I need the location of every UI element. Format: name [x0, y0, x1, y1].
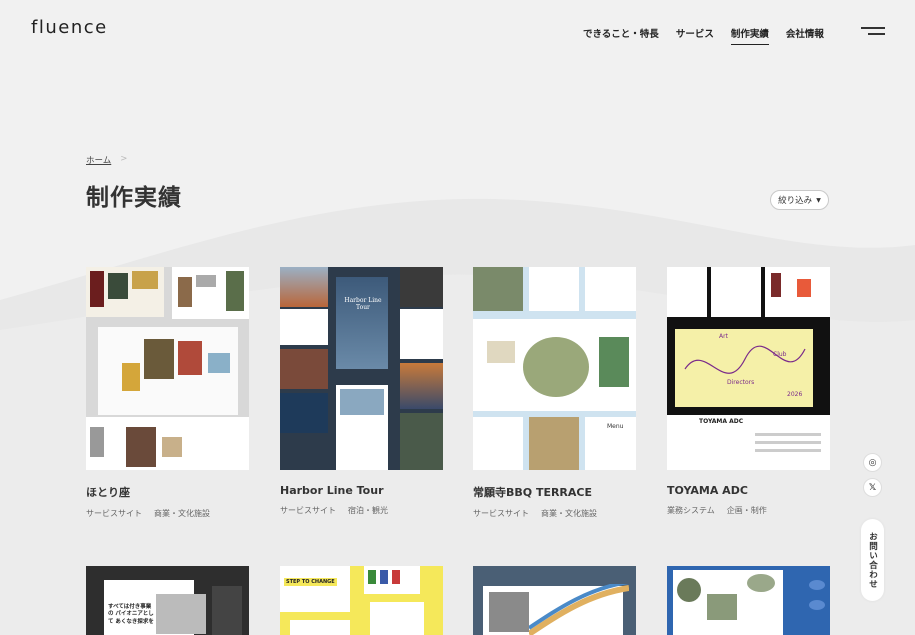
work-tags: サービスサイト 商業・文化施設 — [473, 508, 636, 519]
row2-dark-copy: すべては付き事業の パイオニアとして あくなき探求を — [108, 604, 154, 625]
work-thumbnail[interactable]: Harbor Line Tour — [280, 267, 443, 470]
work-tag: 宿泊・観光 — [348, 506, 388, 515]
work-card-row2-2[interactable]: STEP TO CHANGE — [280, 566, 443, 635]
breadcrumb: ホーム > — [86, 154, 127, 166]
contact-button-label: お問い合わせ — [867, 531, 878, 589]
harbor-thumb-title: Harbor Line Tour — [344, 297, 382, 311]
work-title: ほとり座 — [86, 486, 130, 499]
work-tags: 業務システム 企画・制作 — [667, 505, 830, 516]
toyama-thumb-name: TOYAMA ADC — [699, 418, 744, 425]
work-thumbnail[interactable]: STEP TO CHANGE — [280, 566, 443, 635]
work-card-row2-1[interactable]: すべては付き事業の パイオニアとして あくなき探求を — [86, 566, 249, 635]
work-thumbnail[interactable]: Menu — [473, 267, 636, 470]
filter-button[interactable]: 絞り込み ▼ — [770, 190, 829, 210]
row2-yellow-label: STEP TO CHANGE — [284, 578, 337, 586]
breadcrumb-separator: > — [120, 154, 128, 164]
nav-item-works[interactable]: 制作実績 — [730, 26, 769, 45]
work-thumbnail[interactable] — [667, 566, 830, 635]
chevron-down-icon: ▼ — [816, 196, 821, 204]
contact-button[interactable]: お問い合わせ — [861, 519, 884, 601]
work-thumbnail[interactable]: Art Club Directors 2026 TOYAMA ADC — [667, 267, 830, 470]
hamburger-menu-icon[interactable] — [861, 27, 885, 37]
x-icon[interactable]: 𝕏 — [863, 478, 882, 497]
bbq-thumb-menu: Menu — [607, 423, 624, 430]
row2-stripe-graphic — [529, 584, 629, 635]
work-tag: 企画・制作 — [726, 506, 767, 515]
breadcrumb-home-link[interactable]: ホーム — [86, 154, 111, 166]
work-card-toyama-adc[interactable]: Art Club Directors 2026 TOYAMA ADC TOYAM… — [667, 267, 830, 516]
work-card-row2-4[interactable] — [667, 566, 830, 635]
work-tag: サービスサイト — [86, 509, 142, 518]
work-title: 常願寺BBQ TERRACE — [473, 486, 593, 499]
work-tags: サービスサイト 商業・文化施設 — [86, 508, 249, 519]
work-tag: 商業・文化施設 — [541, 509, 597, 518]
work-thumbnail[interactable] — [473, 566, 636, 635]
nav-item-company[interactable]: 会社情報 — [786, 26, 824, 45]
work-card-hotoriza[interactable]: ほとり座 サービスサイト 商業・文化施設 — [86, 267, 249, 519]
work-title: TOYAMA ADC — [667, 484, 748, 497]
brand-logo[interactable]: fluence — [31, 17, 108, 38]
work-card-harbor-line-tour[interactable]: Harbor Line Tour Harbor Line Tour サービスサイ… — [280, 267, 443, 516]
nav-item-features[interactable]: できること・特長 — [583, 26, 659, 45]
toyama-thumb-year: 2026 — [787, 391, 803, 398]
work-thumbnail[interactable]: すべては付き事業の パイオニアとして あくなき探求を — [86, 566, 249, 635]
nav-item-services[interactable]: サービス — [676, 26, 714, 45]
work-card-row2-3[interactable] — [473, 566, 636, 635]
work-title: Harbor Line Tour — [280, 484, 384, 497]
work-thumbnail[interactable] — [86, 267, 249, 470]
toyama-thumb-club: Club — [773, 351, 787, 358]
work-tag: 業務システム — [667, 506, 715, 515]
work-tag: サービスサイト — [473, 509, 529, 518]
instagram-icon[interactable]: ◎ — [863, 453, 882, 472]
page-title: 制作実績 — [86, 185, 182, 211]
toyama-thumb-art: Art — [719, 333, 728, 340]
global-nav: できること・特長 サービス 制作実績 会社情報 — [583, 26, 824, 45]
work-tags: サービスサイト 宿泊・観光 — [280, 505, 443, 516]
work-tag: 商業・文化施設 — [154, 509, 210, 518]
filter-button-label: 絞り込み — [778, 196, 813, 206]
work-card-jouganji-bbq-terrace[interactable]: Menu 常願寺BBQ TERRACE サービスサイト 商業・文化施設 — [473, 267, 636, 519]
toyama-thumb-directors: Directors — [727, 379, 755, 386]
work-tag: サービスサイト — [280, 506, 336, 515]
